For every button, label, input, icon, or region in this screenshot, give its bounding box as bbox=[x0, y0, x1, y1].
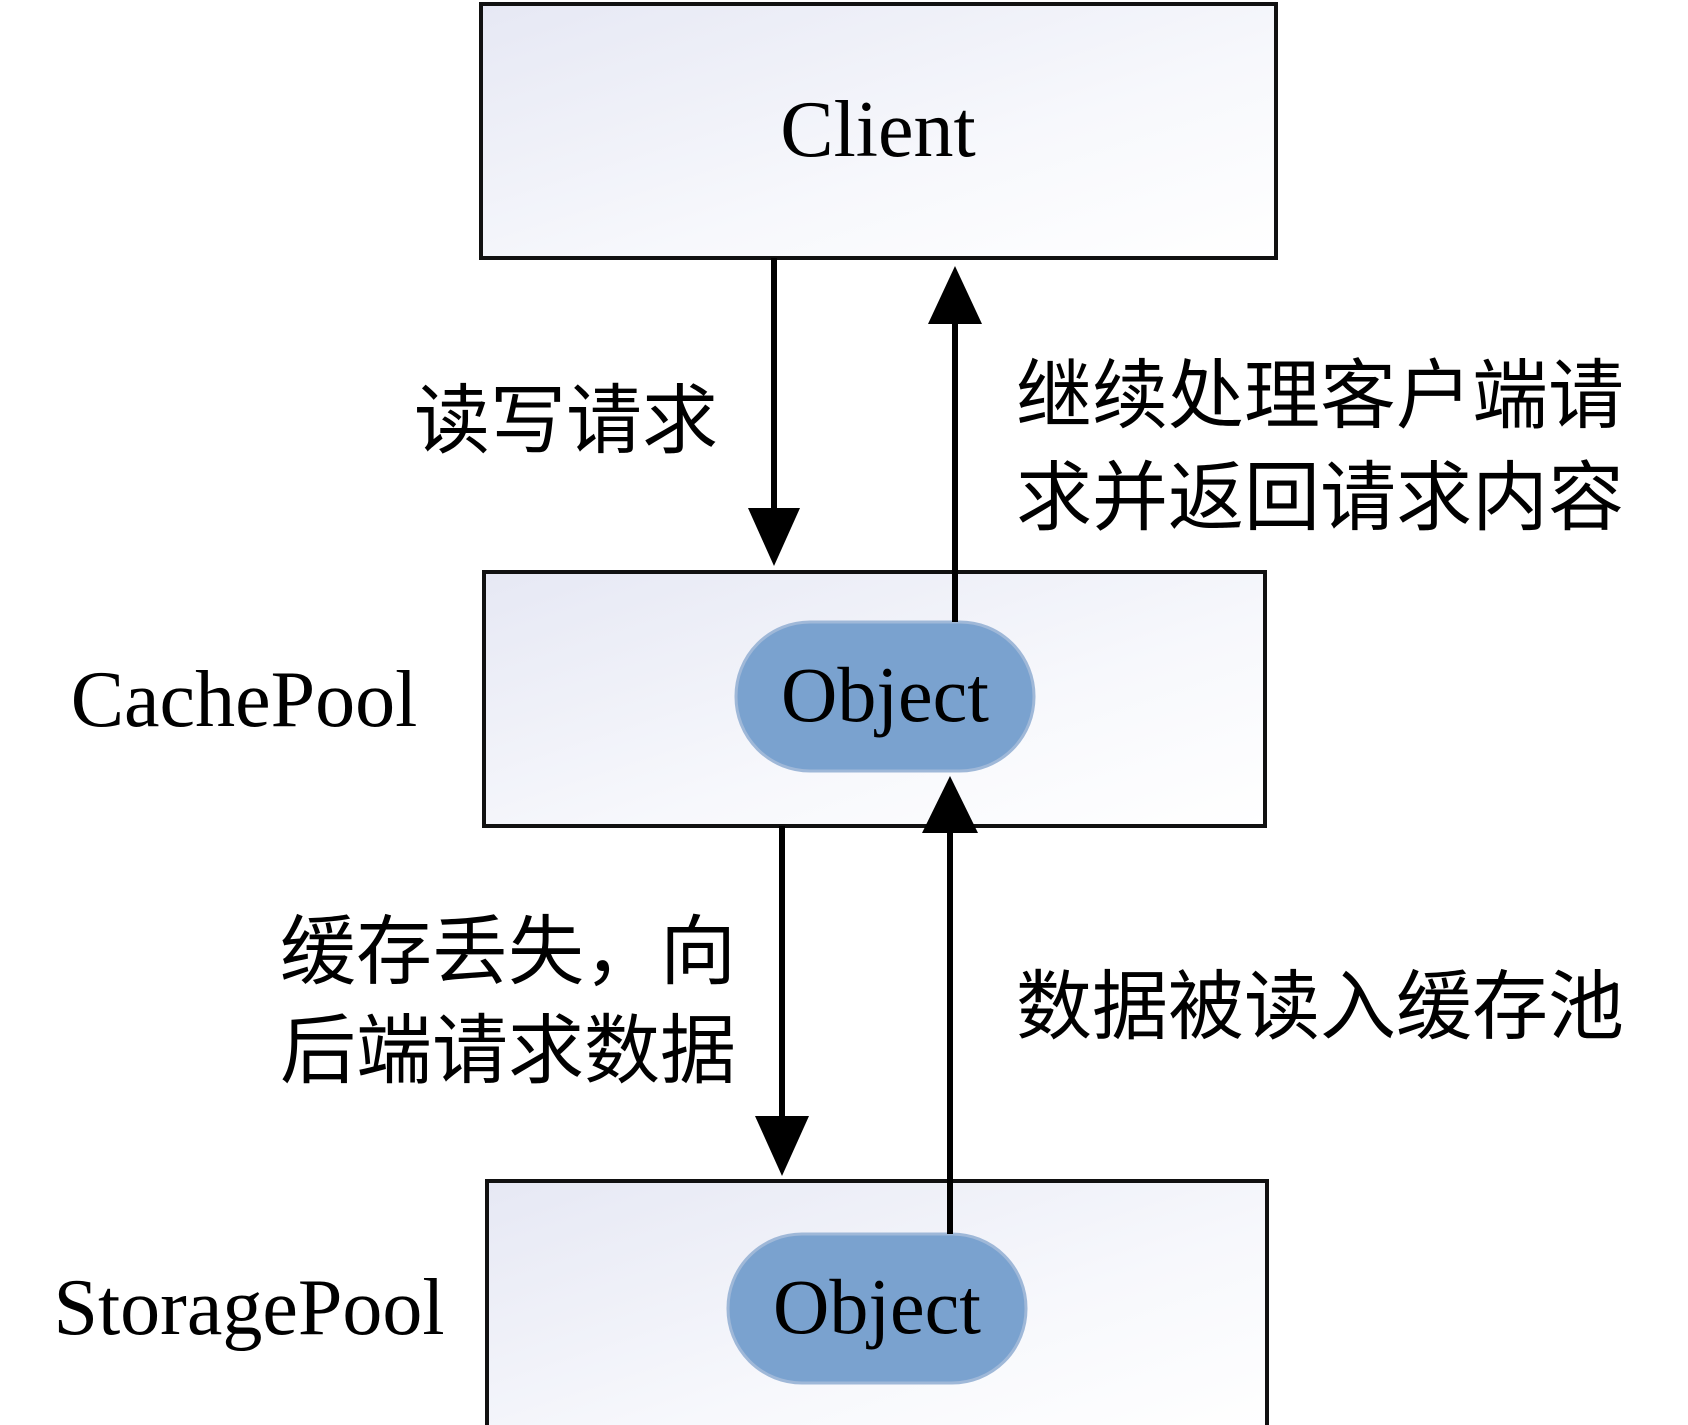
cache-flow-diagram: Client CachePool Object StoragePool Obje… bbox=[53, 2, 1624, 1425]
storage-pool-node: StoragePool Object bbox=[53, 1179, 1269, 1425]
client-node: Client bbox=[479, 2, 1278, 260]
read-write-request-arrow bbox=[748, 258, 800, 566]
cache-miss-arrow bbox=[755, 826, 809, 1176]
storage-object-label: Object bbox=[773, 1263, 981, 1350]
cache-miss-label-line-1: 缓存丢失，向 bbox=[280, 907, 736, 996]
cache-pool-label: CachePool bbox=[71, 656, 418, 744]
data-read-into-cache-arrow bbox=[922, 776, 978, 1234]
cache-pool-node: CachePool Object bbox=[71, 570, 1267, 828]
client-label: Client bbox=[780, 86, 976, 174]
cache-miss-label-line-2: 后端请求数据 bbox=[280, 1006, 736, 1095]
continue-processing-label-line-1: 继续处理客户端请 bbox=[1016, 351, 1624, 440]
read-write-request-label: 读写请求 bbox=[414, 376, 718, 465]
cache-object-label: Object bbox=[781, 651, 989, 738]
storage-pool-label: StoragePool bbox=[53, 1264, 444, 1352]
continue-processing-arrow bbox=[928, 266, 982, 622]
data-read-into-cache-label: 数据被读入缓存池 bbox=[1016, 962, 1624, 1051]
continue-processing-label-line-2: 求并返回请求内容 bbox=[1016, 453, 1624, 542]
